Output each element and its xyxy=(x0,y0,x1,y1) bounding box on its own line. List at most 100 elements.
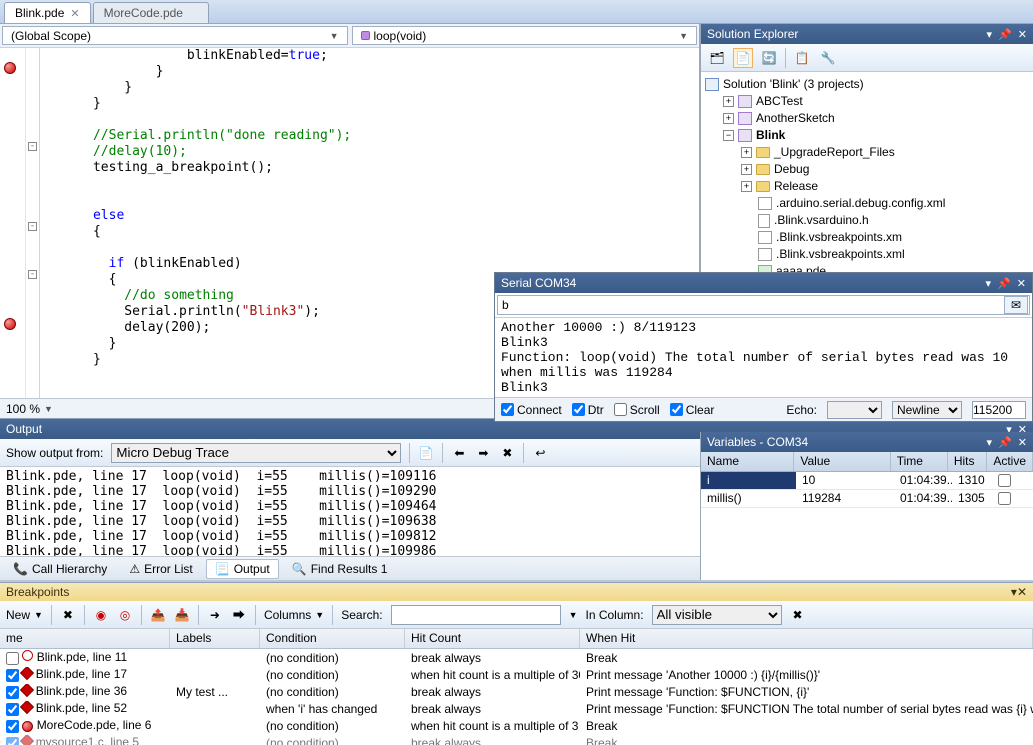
breakpoint-row[interactable]: Blink.pde, line 52 when 'i' has changed … xyxy=(0,700,1033,717)
import-icon[interactable]: 📥 xyxy=(174,607,190,623)
breakpoint-icon[interactable] xyxy=(4,62,16,74)
collapse-icon[interactable]: − xyxy=(723,130,734,141)
breakpoint-row[interactable]: Blink.pde, line 17 (no condition) when h… xyxy=(0,666,1033,683)
clear-icon[interactable]: ✖ xyxy=(499,445,515,461)
breakpoint-row[interactable]: Blink.pde, line 11 (no condition) break … xyxy=(0,649,1033,666)
expand-icon[interactable]: + xyxy=(723,113,734,124)
tracepoint-icon xyxy=(20,735,34,745)
project-icon xyxy=(738,95,752,108)
variable-row[interactable]: millis() 119284 01:04:39... 1305 xyxy=(701,490,1033,508)
show-all-icon[interactable]: 📄 xyxy=(733,48,753,68)
goto-disasm-icon[interactable]: ⮕ xyxy=(231,607,247,623)
clear-search-icon[interactable]: ✖ xyxy=(790,607,806,623)
project-icon xyxy=(738,129,752,142)
expand-icon[interactable]: + xyxy=(723,96,734,107)
method-icon xyxy=(361,31,370,40)
scope-function[interactable]: loop(void) ▼ xyxy=(352,26,698,45)
variable-row[interactable]: i 10 01:04:39... 1310 xyxy=(701,472,1033,490)
collapse-icon[interactable]: - xyxy=(28,142,37,151)
chevron-down-icon[interactable]: ▼ xyxy=(44,404,53,414)
breakpoint-row[interactable]: Blink.pde, line 36 My test ... (no condi… xyxy=(0,683,1033,700)
folder-icon xyxy=(756,181,770,192)
serial-input[interactable] xyxy=(498,298,1003,312)
code-text[interactable]: blinkEnabled=true; } } } //Serial.printl… xyxy=(40,48,351,398)
delete-icon[interactable]: ✖ xyxy=(60,607,76,623)
expand-icon[interactable]: + xyxy=(741,147,752,158)
dropdown-icon[interactable]: ▾ xyxy=(987,436,993,449)
close-icon[interactable]: ✕ xyxy=(1018,28,1027,41)
close-icon[interactable]: ✕ xyxy=(1018,436,1027,449)
close-icon[interactable]: ✕ xyxy=(70,7,79,20)
search-input[interactable] xyxy=(391,605,561,625)
tab-output[interactable]: 📃Output xyxy=(206,559,279,579)
breakpoint-icon[interactable] xyxy=(4,318,16,330)
collapse-icon[interactable]: - xyxy=(28,270,37,279)
refresh-icon[interactable]: 🔄 xyxy=(759,48,779,68)
solution-icon xyxy=(705,78,719,91)
editor-tab-bar: Blink.pde ✕ MoreCode.pde ✕ xyxy=(0,0,1033,24)
breakpoints-header: me Labels Condition Hit Count When Hit xyxy=(0,629,1033,649)
tab-find-results[interactable]: 🔍Find Results 1 xyxy=(283,559,397,579)
expand-icon[interactable]: + xyxy=(741,181,752,192)
collapse-icon[interactable]: - xyxy=(28,222,37,231)
wrap-icon[interactable]: ↩ xyxy=(532,445,548,461)
serial-footer: Connect Dtr Scroll Clear Echo: Newline xyxy=(495,397,1032,421)
clear-checkbox[interactable]: Clear xyxy=(670,403,715,417)
connect-checkbox[interactable]: Connect xyxy=(501,403,562,417)
breakpoints-rows[interactable]: Blink.pde, line 11 (no condition) break … xyxy=(0,649,1033,745)
scope-global[interactable]: (Global Scope)▼ xyxy=(2,26,348,45)
active-checkbox[interactable] xyxy=(998,474,1011,487)
lineend-select[interactable]: Newline xyxy=(892,401,962,419)
dropdown-icon[interactable]: ▾ xyxy=(987,28,993,41)
view-code-icon[interactable]: 📋 xyxy=(792,48,812,68)
pin-icon[interactable]: 📌 xyxy=(998,436,1012,449)
breakpoint-row[interactable]: MoreCode.pde, line 6 (no condition) when… xyxy=(0,717,1033,734)
new-dropdown[interactable]: New▼ xyxy=(6,608,43,622)
send-icon[interactable]: ✉ xyxy=(1004,296,1028,314)
dropdown-icon[interactable]: ▾ xyxy=(986,277,992,290)
scroll-checkbox[interactable]: Scroll xyxy=(614,403,660,417)
prev-icon[interactable]: ⬅ xyxy=(451,445,467,461)
pin-icon[interactable]: 📌 xyxy=(998,28,1012,41)
zoom-value[interactable]: 100 % xyxy=(6,402,40,416)
close-icon[interactable]: ✕ xyxy=(1017,585,1027,599)
home-icon[interactable]: 🗂 xyxy=(707,48,727,68)
solution-toolbar: 🗂 📄 🔄 📋 🔧 xyxy=(701,44,1033,72)
scope-bar: (Global Scope)▼ loop(void) ▼ xyxy=(0,24,699,48)
dtr-checkbox[interactable]: Dtr xyxy=(572,403,604,417)
active-checkbox[interactable] xyxy=(998,492,1011,505)
breakpoint-row[interactable]: mysource1.c, line 5 (no condition) break… xyxy=(0,734,1033,745)
expand-icon[interactable]: + xyxy=(741,164,752,175)
incolumn-label: In Column: xyxy=(586,608,644,622)
serial-output[interactable]: Another 10000 :) 8/119123 Blink3 Functio… xyxy=(495,317,1032,397)
tab-call-hierarchy[interactable]: 📞Call Hierarchy xyxy=(4,559,116,579)
tab-blink[interactable]: Blink.pde ✕ xyxy=(4,2,91,23)
baud-input[interactable] xyxy=(972,401,1026,419)
gutter[interactable] xyxy=(0,48,26,398)
goto-icon[interactable]: 📄 xyxy=(418,445,434,461)
incolumn-select[interactable]: All visible xyxy=(652,605,782,625)
goto-code-icon[interactable]: ➜ xyxy=(207,607,223,623)
tab-label: MoreCode.pde xyxy=(104,6,183,20)
tab-morecode[interactable]: MoreCode.pde ✕ xyxy=(93,2,210,23)
export-icon[interactable]: 📤 xyxy=(150,607,166,623)
tab-label: Blink.pde xyxy=(15,6,64,20)
pin-icon[interactable]: 📌 xyxy=(997,277,1011,290)
variables-body[interactable]: i 10 01:04:39... 1310 millis() 119284 01… xyxy=(701,472,1033,580)
next-icon[interactable]: ➡ xyxy=(475,445,491,461)
output-source-select[interactable]: Micro Debug Trace xyxy=(111,443,401,463)
properties-icon[interactable]: 🔧 xyxy=(818,48,838,68)
disable-all-icon[interactable]: ◎ xyxy=(117,607,133,623)
chevron-down-icon: ▼ xyxy=(679,31,688,41)
close-icon[interactable]: ✕ xyxy=(1017,277,1026,290)
outline-column[interactable]: - - - xyxy=(26,48,40,398)
tab-error-list[interactable]: ⚠Error List xyxy=(120,559,201,579)
folder-icon xyxy=(756,147,770,158)
enable-all-icon[interactable]: ◉ xyxy=(93,607,109,623)
echo-select[interactable] xyxy=(827,401,882,419)
columns-dropdown[interactable]: Columns▼ xyxy=(264,608,324,622)
xml-file-icon xyxy=(758,231,772,244)
xml-file-icon xyxy=(758,248,772,261)
breakpoints-title: Breakpoints ▾✕ xyxy=(0,583,1033,601)
solution-tree[interactable]: Solution 'Blink' (3 projects) +ABCTest +… xyxy=(701,72,1033,303)
